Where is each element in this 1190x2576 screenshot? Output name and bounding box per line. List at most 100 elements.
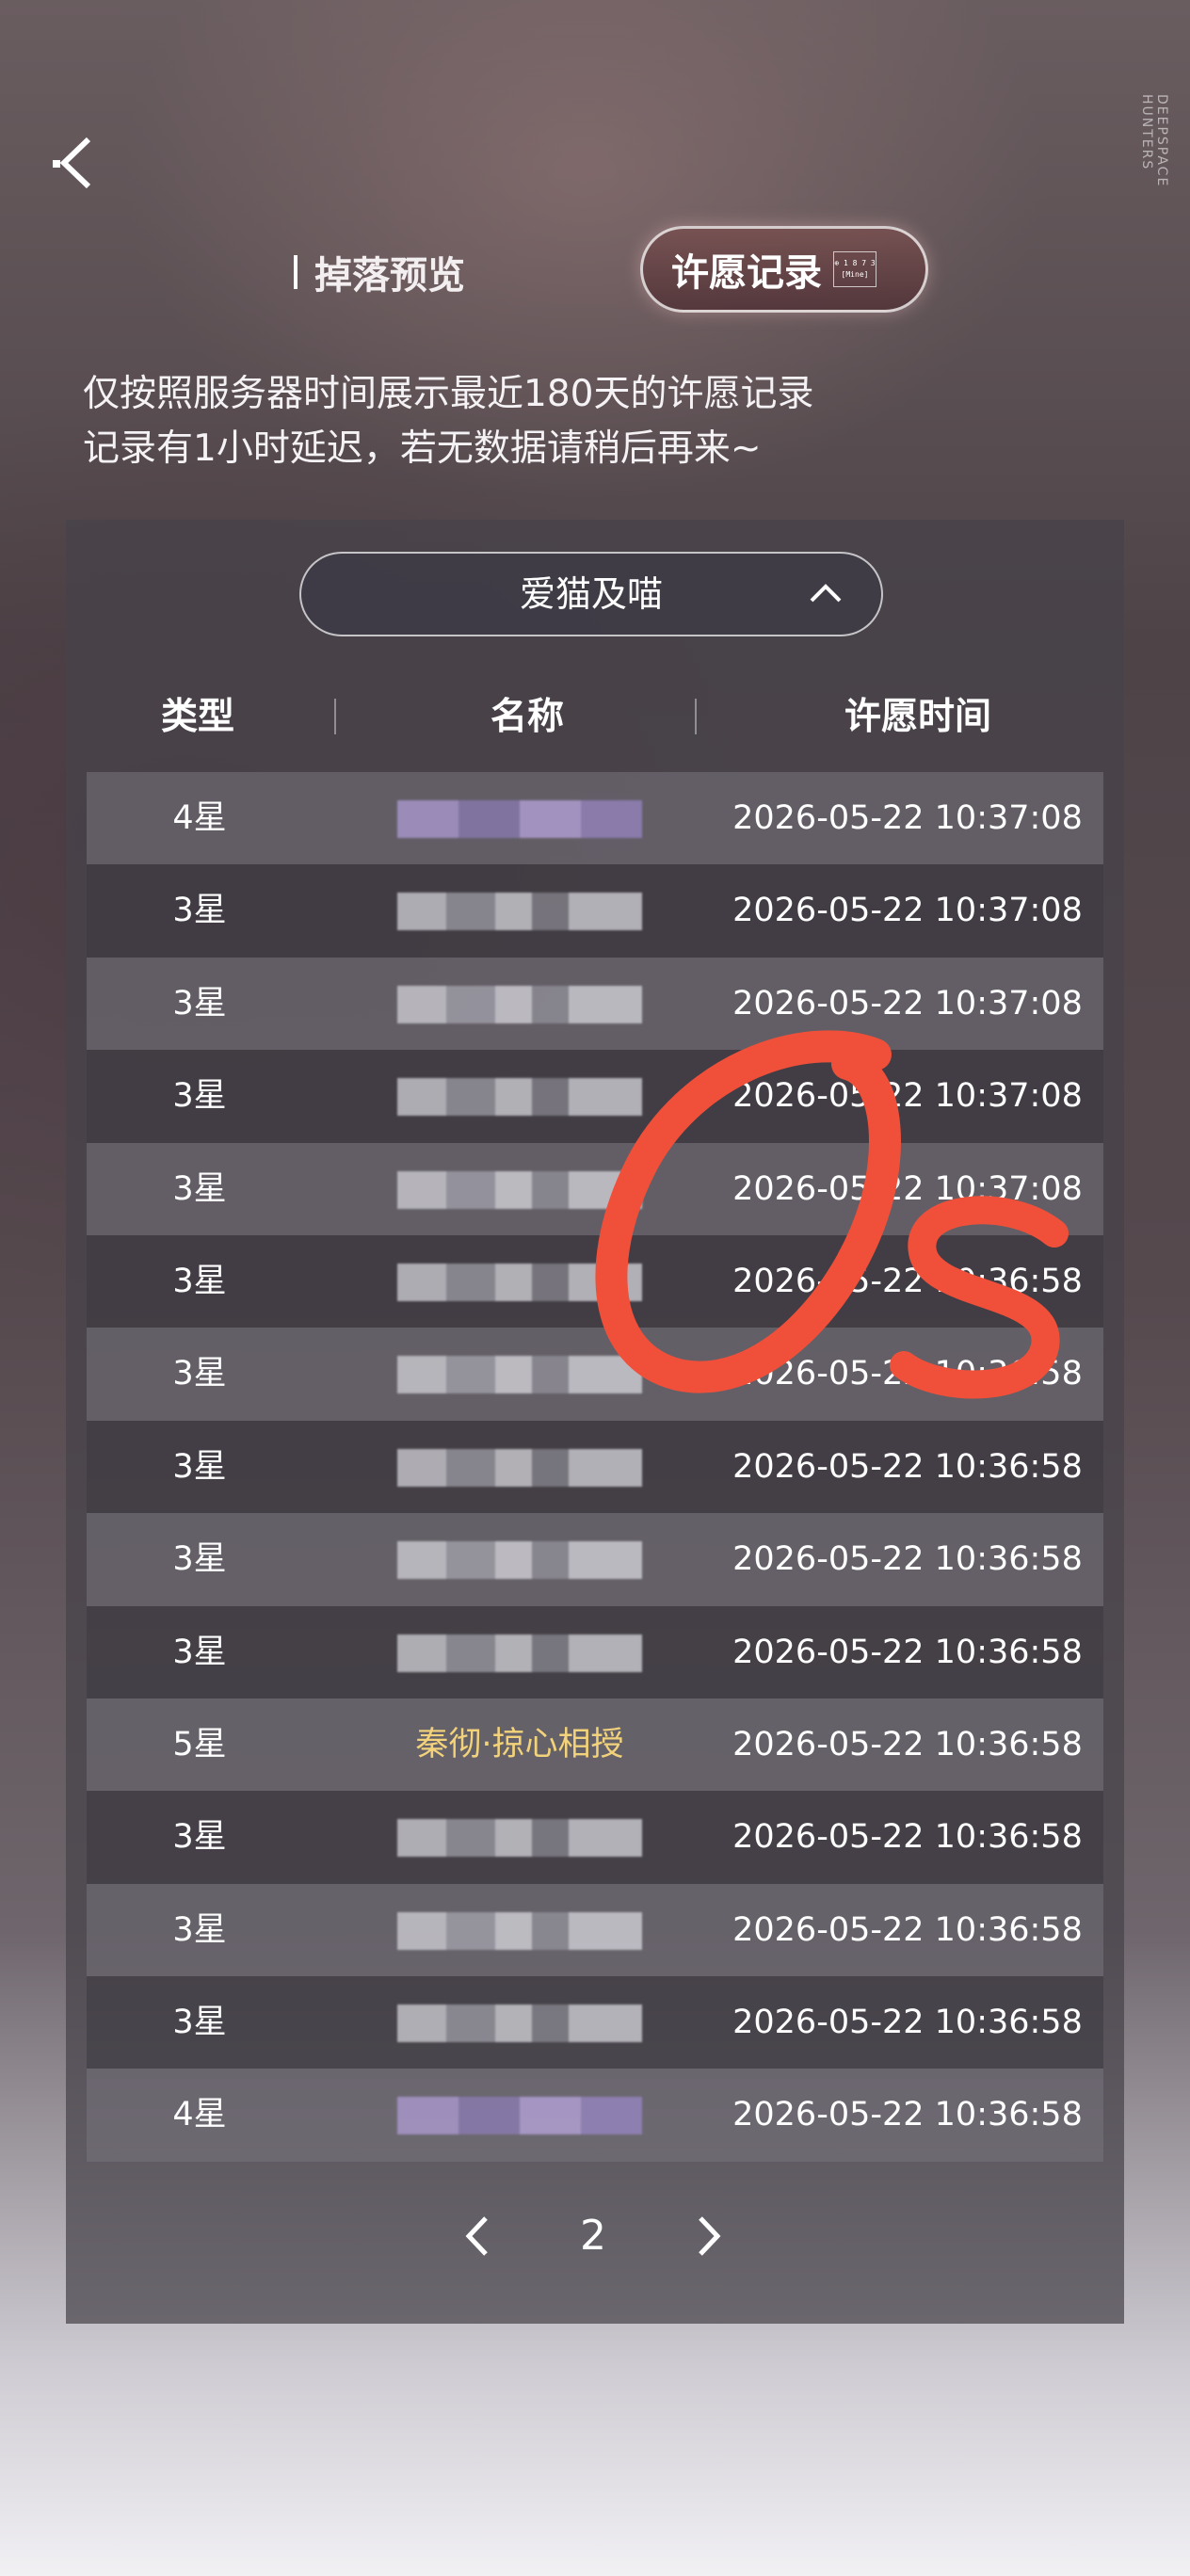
row-name — [322, 2069, 717, 2161]
row-name — [322, 1884, 717, 1976]
table-row: 3星 2026-05-22 10:36:58 — [87, 1234, 1103, 1328]
row-name — [322, 1328, 717, 1420]
row-type: 3星 — [172, 1910, 227, 1949]
row-time: 2026-05-22 10:37:08 — [732, 892, 1083, 930]
tab-drop-preview-label: 掉落预览 — [314, 253, 465, 298]
chevron-up-icon — [810, 584, 842, 603]
row-type: 3星 — [172, 1818, 227, 1857]
row-type: 4星 — [172, 2096, 227, 2134]
row-name — [322, 1143, 717, 1235]
table-row: 3星 2026-05-22 10:36:58 — [87, 1420, 1103, 1514]
notice-text: 仅按照服务器时间展示最近180天的许愿记录 记录有1小时延迟，若无数据请稍后再来… — [83, 367, 1118, 476]
row-name — [322, 1976, 717, 2069]
row-name — [322, 1606, 717, 1699]
row-type: 5星 — [172, 1725, 227, 1763]
header-separator — [334, 699, 336, 734]
row-time: 2026-05-22 10:37:08 — [732, 1077, 1083, 1116]
table-row: 3星 2026-05-22 10:36:58 — [87, 1513, 1103, 1606]
table-row: 3星 2026-05-22 10:37:08 — [87, 1142, 1103, 1235]
row-type: 3星 — [172, 2004, 227, 2042]
mine-tag: ⊕ 1 8 7 3 [Mine] — [833, 251, 876, 287]
row-type: 3星 — [172, 892, 227, 930]
prev-page-button[interactable] — [459, 2214, 497, 2258]
row-time: 2026-05-22 10:36:58 — [732, 2004, 1083, 2042]
redacted-name — [397, 1170, 642, 1209]
row-name: 秦彻·掠心相授 — [415, 1725, 624, 1763]
row-name — [322, 1791, 717, 1883]
row-time: 2026-05-22 10:37:08 — [732, 984, 1083, 1022]
row-type: 3星 — [172, 1447, 227, 1486]
row-name — [322, 1421, 717, 1513]
next-page-button[interactable] — [689, 2214, 727, 2258]
row-time: 2026-05-22 10:36:58 — [732, 1540, 1083, 1579]
redacted-name — [397, 1911, 642, 1950]
redacted-name — [397, 800, 642, 838]
tab-divider — [294, 255, 298, 289]
tab-wish-record[interactable]: 许愿记录 ⊕ 1 8 7 3 [Mine] — [640, 226, 928, 313]
redacted-name — [397, 893, 642, 931]
redacted-name — [397, 1541, 642, 1580]
row-name — [322, 958, 717, 1050]
page-number: 2 — [580, 2212, 606, 2260]
header-time: 许愿时间 — [844, 695, 991, 738]
redacted-name — [397, 2004, 642, 2043]
row-time: 2026-05-22 10:36:58 — [732, 1633, 1083, 1671]
pool-selector[interactable]: 爱猫及喵 — [299, 552, 883, 636]
notice-line-2: 记录有1小时延迟，若无数据请稍后再来~ — [83, 427, 762, 470]
row-type: 3星 — [172, 1169, 227, 1208]
row-time: 2026-05-22 10:36:58 — [732, 1725, 1083, 1763]
tab-wish-record-label: 许愿记录 — [671, 250, 822, 295]
row-name — [322, 1050, 717, 1142]
redacted-name — [397, 1819, 642, 1858]
row-time: 2026-05-22 10:36:58 — [732, 1355, 1083, 1393]
row-type: 3星 — [172, 1077, 227, 1116]
redacted-name — [397, 1448, 642, 1487]
header-type: 类型 — [160, 695, 234, 738]
table-row: 3星 2026-05-22 10:37:08 — [87, 957, 1103, 1051]
redacted-name — [397, 1356, 642, 1394]
row-time: 2026-05-22 10:37:08 — [732, 1169, 1083, 1208]
header-separator — [695, 699, 697, 734]
redacted-name — [397, 985, 642, 1023]
table-row: 4星 2026-05-22 10:37:08 — [87, 772, 1103, 865]
header-name: 名称 — [490, 695, 564, 738]
table-header: 类型 名称 许愿时间 — [66, 684, 1124, 749]
row-type: 4星 — [172, 799, 227, 837]
redacted-name — [397, 1263, 642, 1301]
table-row: 3星 2026-05-22 10:36:58 — [87, 1791, 1103, 1884]
redacted-name — [397, 1078, 642, 1117]
back-button[interactable] — [51, 132, 104, 194]
table-row: 3星 2026-05-22 10:36:58 — [87, 1328, 1103, 1421]
side-brand-text: DEEPSPACE HUNTERS — [1139, 94, 1169, 188]
redacted-name — [397, 2097, 642, 2135]
row-name — [322, 864, 717, 957]
redacted-name — [397, 1634, 642, 1672]
back-arrow-icon — [53, 137, 91, 189]
table-row: 5星 秦彻·掠心相授 2026-05-22 10:36:58 — [87, 1698, 1103, 1792]
pool-selector-value: 爱猫及喵 — [519, 573, 663, 615]
row-type: 3星 — [172, 1355, 227, 1393]
table-row: 3星 2026-05-22 10:36:58 — [87, 1976, 1103, 2069]
row-time: 2026-05-22 10:36:58 — [732, 1910, 1083, 1949]
row-name — [322, 1235, 717, 1328]
row-type: 3星 — [172, 1633, 227, 1671]
row-name — [322, 772, 717, 864]
row-time: 2026-05-22 10:36:58 — [732, 1262, 1083, 1300]
table-row: 4星 2026-05-22 10:36:58 — [87, 2069, 1103, 2162]
row-name — [322, 1513, 717, 1605]
row-time: 2026-05-22 10:36:58 — [732, 2096, 1083, 2134]
row-type: 3星 — [172, 984, 227, 1022]
tab-drop-preview[interactable]: 掉落预览 — [294, 239, 465, 305]
table-row: 3星 2026-05-22 10:37:08 — [87, 1050, 1103, 1143]
pager: 2 — [442, 2194, 744, 2278]
row-type: 3星 — [172, 1262, 227, 1300]
row-type: 3星 — [172, 1540, 227, 1579]
notice-line-1: 仅按照服务器时间展示最近180天的许愿记录 — [83, 373, 814, 415]
row-time: 2026-05-22 10:37:08 — [732, 799, 1083, 837]
record-list: 4星 2026-05-22 10:37:08 3星 2026-05-22 10:37:… — [87, 772, 1103, 2162]
table-row: 3星 2026-05-22 10:36:58 — [87, 1605, 1103, 1699]
row-time: 2026-05-22 10:36:58 — [732, 1447, 1083, 1486]
row-time: 2026-05-22 10:36:58 — [732, 1818, 1083, 1857]
table-row: 3星 2026-05-22 10:37:08 — [87, 864, 1103, 958]
table-row: 3星 2026-05-22 10:36:58 — [87, 1883, 1103, 1977]
